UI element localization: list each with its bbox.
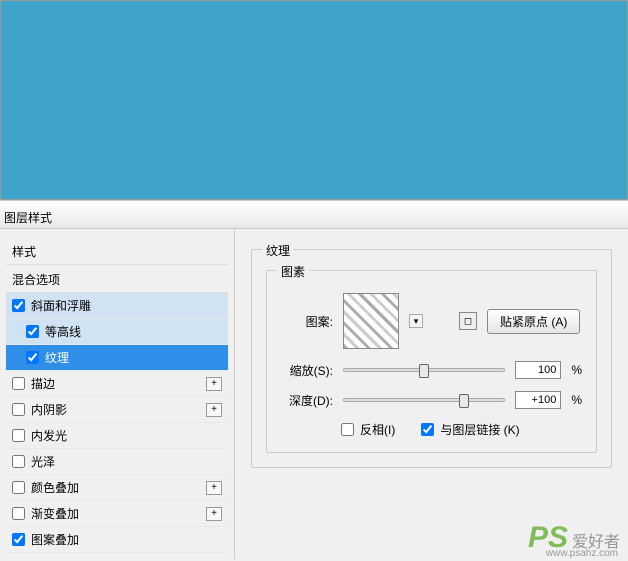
depth-percent: % [571, 393, 582, 407]
scale-label: 缩放(S): [281, 362, 333, 379]
style-checkbox[interactable] [12, 455, 25, 468]
style-label: 斜面和浮雕 [31, 297, 91, 314]
invert-option[interactable]: 反相(I) [341, 421, 395, 438]
style-item[interactable]: 描边 + [6, 371, 228, 397]
link-option[interactable]: 与图层链接 (K) [421, 421, 519, 438]
style-checkbox[interactable] [12, 377, 25, 390]
style-label: 渐变叠加 [31, 505, 79, 522]
pattern-thumbnail[interactable] [343, 293, 399, 349]
style-label: 图案叠加 [31, 531, 79, 548]
style-item[interactable]: 光泽 [6, 449, 228, 475]
style-item[interactable]: 内发光 [6, 423, 228, 449]
style-item[interactable]: 颜色叠加 + [6, 475, 228, 501]
style-label: 纹理 [45, 349, 69, 366]
style-checkbox[interactable] [12, 507, 25, 520]
style-checkbox[interactable] [26, 325, 39, 338]
pattern-label: 图案: [281, 313, 333, 330]
add-effect-button[interactable]: + [206, 403, 222, 417]
link-label: 与图层链接 (K) [440, 421, 519, 438]
link-checkbox[interactable] [421, 423, 434, 436]
depth-slider-thumb[interactable] [459, 394, 469, 408]
scale-slider-thumb[interactable] [419, 364, 429, 378]
style-item[interactable]: 内阴影 + [6, 397, 228, 423]
style-item[interactable]: 渐变叠加 + [6, 501, 228, 527]
depth-input[interactable] [515, 391, 561, 409]
texture-panel: 纹理 图素 图案: ▾ ◻ 贴紧原点 (A) 缩放(S): [235, 229, 628, 559]
scale-slider[interactable] [343, 368, 505, 372]
depth-slider[interactable] [343, 398, 505, 402]
scale-percent: % [571, 363, 582, 377]
watermark-url: www.psahz.com [546, 548, 618, 559]
texture-group: 纹理 图素 图案: ▾ ◻ 贴紧原点 (A) 缩放(S): [251, 249, 612, 468]
depth-label: 深度(D): [281, 392, 333, 409]
style-item[interactable]: 图案叠加 [6, 527, 228, 553]
blending-options[interactable]: 混合选项 [6, 265, 228, 293]
style-checkbox[interactable] [12, 533, 25, 546]
add-effect-button[interactable]: + [206, 481, 222, 495]
snap-origin-button[interactable]: 贴紧原点 (A) [487, 309, 580, 334]
style-label: 颜色叠加 [31, 479, 79, 496]
texture-section-label: 纹理 [262, 242, 294, 259]
pattern-dropdown-icon[interactable]: ▾ [409, 314, 423, 328]
styles-header[interactable]: 样式 [6, 239, 228, 265]
style-checkbox[interactable] [12, 299, 25, 312]
dialog-title: 图层样式 [0, 201, 628, 229]
canvas-preview: SWEET [0, 0, 628, 200]
styles-panel: 样式 混合选项 斜面和浮雕等高线纹理描边 + 内阴影 + 内发光光泽颜色叠加 + 渐变叠加 +… [0, 229, 235, 559]
style-item[interactable]: 等高线 [6, 319, 228, 345]
style-label: 内阴影 [31, 401, 67, 418]
style-label: 光泽 [31, 453, 55, 470]
scale-input[interactable] [515, 361, 561, 379]
options-row: 反相(I) 与图层链接 (K) [341, 421, 582, 438]
elements-label: 图素 [277, 263, 309, 280]
layer-style-dialog: 图层样式 样式 混合选项 斜面和浮雕等高线纹理描边+内阴影+内发光光泽颜色叠加+… [0, 200, 628, 561]
style-label: 内发光 [31, 427, 67, 444]
elements-group: 图素 图案: ▾ ◻ 贴紧原点 (A) 缩放(S): [266, 270, 597, 453]
invert-checkbox[interactable] [341, 423, 354, 436]
invert-label: 反相(I) [360, 421, 395, 438]
depth-row: 深度(D): % [281, 391, 582, 409]
style-item[interactable]: 斜面和浮雕 [6, 293, 228, 319]
add-effect-button[interactable]: + [206, 507, 222, 521]
style-checkbox[interactable] [12, 403, 25, 416]
style-item[interactable]: 纹理 [6, 345, 228, 371]
add-effect-button[interactable]: + [206, 377, 222, 391]
style-checkbox[interactable] [12, 429, 25, 442]
style-label: 等高线 [45, 323, 81, 340]
style-checkbox[interactable] [12, 481, 25, 494]
scale-row: 缩放(S): % [281, 361, 582, 379]
style-checkbox[interactable] [26, 351, 39, 364]
style-label: 描边 [31, 375, 55, 392]
pattern-row: 图案: ▾ ◻ 贴紧原点 (A) [281, 293, 582, 349]
new-preset-icon[interactable]: ◻ [459, 312, 477, 330]
style-list: 斜面和浮雕等高线纹理描边 + 内阴影 + 内发光光泽颜色叠加 + 渐变叠加 + 图案叠加 [6, 293, 228, 553]
